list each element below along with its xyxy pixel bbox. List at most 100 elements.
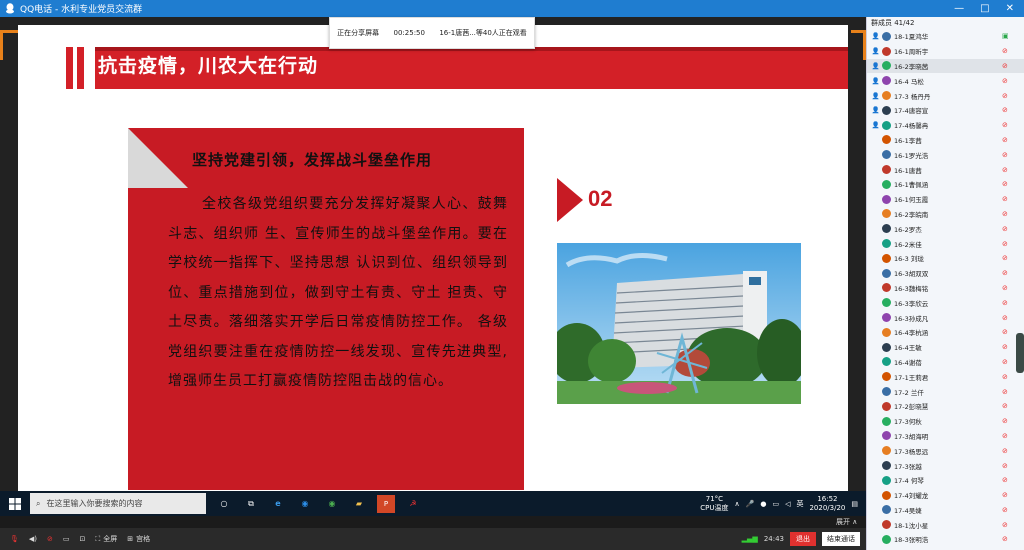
- search-icon: ⌕: [36, 498, 41, 508]
- member-item[interactable]: 👤 17-3 杨丹丹 ⊘: [867, 88, 1024, 103]
- member-name: 17-4杨馨冉: [894, 122, 929, 131]
- avatar: [882, 268, 891, 278]
- member-name: 16-1周昕宇: [894, 48, 929, 57]
- expand-button[interactable]: 展开 ∧: [836, 517, 857, 527]
- maximize-button[interactable]: □: [980, 3, 989, 14]
- person-speaking-icon: 👤: [871, 61, 880, 70]
- member-item[interactable]: 16-4王敏 ⊘: [867, 340, 1024, 355]
- avatar: [882, 194, 891, 204]
- member-item[interactable]: 👤 17-4唐容宣 ⊘: [867, 103, 1024, 118]
- member-item[interactable]: 16-3 刘珑 ⊘: [867, 251, 1024, 266]
- member-item[interactable]: 16-3李欣云 ⊘: [867, 295, 1024, 310]
- person-speaking-icon: 👤: [871, 47, 880, 56]
- tray-expand-icon[interactable]: ∧: [735, 500, 740, 508]
- taskbar-search-box[interactable]: ⌕ 在这里输入你要搜索的内容: [30, 493, 206, 514]
- muted-mic-icon: ⊘: [1002, 402, 1008, 411]
- member-item[interactable]: 16-1罗光浩 ⊘: [867, 147, 1024, 162]
- taskbar-clock[interactable]: 16:52 2020/3/20: [809, 495, 845, 513]
- member-item[interactable]: 17-4刘耀龙 ⊘: [867, 488, 1024, 503]
- end-call-button[interactable]: 结束通话: [822, 532, 860, 546]
- title-accent-bar: [66, 47, 73, 89]
- avatar: [882, 165, 891, 175]
- member-item[interactable]: 17-3杨思远 ⊘: [867, 443, 1024, 458]
- member-item[interactable]: 18-1沈小星 ⊘: [867, 517, 1024, 532]
- member-item[interactable]: 16-3魏梅铭 ⊘: [867, 281, 1024, 296]
- avatar: [882, 179, 891, 189]
- exit-button[interactable]: 退出: [790, 532, 816, 546]
- member-item[interactable]: 16-2米佳 ⊘: [867, 236, 1024, 251]
- app-icon[interactable]: ◉: [323, 495, 341, 513]
- party-emblem-icon[interactable]: ☭: [404, 495, 422, 513]
- member-item[interactable]: 16-4谢蓓 ⊘: [867, 355, 1024, 370]
- member-item[interactable]: 17-3何秋 ⊘: [867, 414, 1024, 429]
- member-item[interactable]: 16-3孙成凡 ⊘: [867, 310, 1024, 325]
- person-speaking-icon: 👤: [871, 106, 880, 115]
- share-status-bar[interactable]: 正在分享屏幕 00:25:50 16-1唐茜...等40人正在观看: [329, 17, 535, 49]
- member-item[interactable]: 17-3张越 ⊘: [867, 458, 1024, 473]
- muted-mic-icon: ⊘: [1002, 431, 1008, 440]
- member-item[interactable]: 18-3张明浩 ⊘: [867, 532, 1024, 547]
- cortana-icon[interactable]: ○: [215, 495, 233, 513]
- powerpoint-icon[interactable]: P: [377, 494, 395, 513]
- member-item[interactable]: 17-4 何琴 ⊘: [867, 473, 1024, 488]
- close-button[interactable]: ✕: [1006, 3, 1014, 14]
- edge-browser-icon[interactable]: e: [269, 495, 287, 513]
- member-item[interactable]: 👤 16-1周昕宇 ⊘: [867, 44, 1024, 59]
- member-item[interactable]: 16-1李茜 ⊘: [867, 133, 1024, 148]
- microphone-icon[interactable]: 🎤: [746, 500, 755, 508]
- member-item[interactable]: 17-4吴婕 ⊘: [867, 503, 1024, 518]
- panel-scroll-handle[interactable]: [1016, 333, 1024, 373]
- volume-icon[interactable]: ◁: [785, 500, 790, 508]
- member-name: 17-3杨思远: [894, 447, 929, 456]
- windows-start-icon[interactable]: [6, 495, 24, 513]
- member-item[interactable]: 16-1曹佩涵 ⊘: [867, 177, 1024, 192]
- member-item[interactable]: 👤 16-2李晓茜 ⊘: [867, 58, 1024, 74]
- member-item[interactable]: 16-2罗杰 ⊘: [867, 221, 1024, 236]
- member-item[interactable]: 16-4李杭涵 ⊘: [867, 325, 1024, 340]
- member-item[interactable]: 16-1唐茜 ⊘: [867, 162, 1024, 177]
- whiteboard-icon[interactable]: ⊡: [80, 535, 86, 543]
- tray-app-icon[interactable]: ●: [760, 500, 766, 508]
- presentation-slide: 抗击疫情，川农大在行动 坚持党建引领，发挥战斗堡垒作用 全校各级党组织要充分发挥…: [18, 25, 848, 495]
- muted-mic-icon: ⊘: [1002, 91, 1008, 100]
- clock-date: 2020/3/20: [809, 503, 846, 512]
- speaker-icon[interactable]: ◀): [29, 535, 37, 543]
- mic-toggle-icon[interactable]: 🎙: [10, 535, 19, 543]
- minimize-button[interactable]: —: [954, 3, 964, 14]
- member-item[interactable]: 17-1王莉君 ⊘: [867, 369, 1024, 384]
- fullscreen-button[interactable]: ⛶ 全屏: [95, 534, 117, 544]
- notification-icon[interactable]: ▤: [851, 500, 858, 508]
- network-icon[interactable]: ▭: [772, 500, 779, 508]
- avatar: [882, 446, 891, 456]
- member-item[interactable]: 16-1何玉霞 ⊘: [867, 192, 1024, 207]
- member-item[interactable]: 17-3胡海明 ⊘: [867, 429, 1024, 444]
- avatar: [882, 46, 891, 56]
- file-explorer-icon[interactable]: ▰: [350, 495, 368, 513]
- panel-body-text: 全校各级党组织要充分发挥好凝聚人心、鼓舞斗志、组织师 生、宣传师生的战斗堡垒作用…: [168, 196, 508, 389]
- member-count-header: 群成员 41/42: [871, 19, 915, 27]
- member-name: 16-1唐茜: [894, 166, 922, 175]
- member-item[interactable]: 👤 16-4 马松 ⊘: [867, 73, 1024, 88]
- avatar: [882, 534, 891, 544]
- member-name: 16-1何玉霞: [894, 196, 929, 205]
- member-name: 16-3 刘珑: [894, 255, 924, 264]
- ime-indicator[interactable]: 英: [796, 499, 803, 509]
- browser-icon[interactable]: ◉: [296, 495, 314, 513]
- grid-view-button[interactable]: ⊞ 宫格: [127, 534, 150, 544]
- muted-mic-icon: ⊘: [1002, 106, 1008, 115]
- muted-mic-icon: ⊘: [1002, 520, 1008, 529]
- task-view-icon[interactable]: ⧉: [242, 495, 260, 513]
- member-item[interactable]: 16-2李皖南 ⊘: [867, 207, 1024, 222]
- share-status-text: 正在分享屏幕: [337, 29, 380, 37]
- member-item[interactable]: 👤 17-4杨馨冉 ⊘: [867, 118, 1024, 133]
- avatar: [882, 431, 891, 441]
- camera-off-icon[interactable]: ⊘: [47, 535, 53, 543]
- member-item[interactable]: 👤 18-1夏鸿华 ▣: [867, 29, 1024, 44]
- member-item[interactable]: 16-3胡双双 ⊘: [867, 266, 1024, 281]
- member-name: 16-1曹佩涵: [894, 181, 929, 190]
- muted-mic-icon: ⊘: [1002, 180, 1008, 189]
- member-name: 16-2罗杰: [894, 225, 922, 234]
- member-item[interactable]: 17-2 兰仟 ⊘: [867, 384, 1024, 399]
- screen-share-icon[interactable]: ▭: [63, 535, 70, 543]
- member-item[interactable]: 17-2彭晓慧 ⊘: [867, 399, 1024, 414]
